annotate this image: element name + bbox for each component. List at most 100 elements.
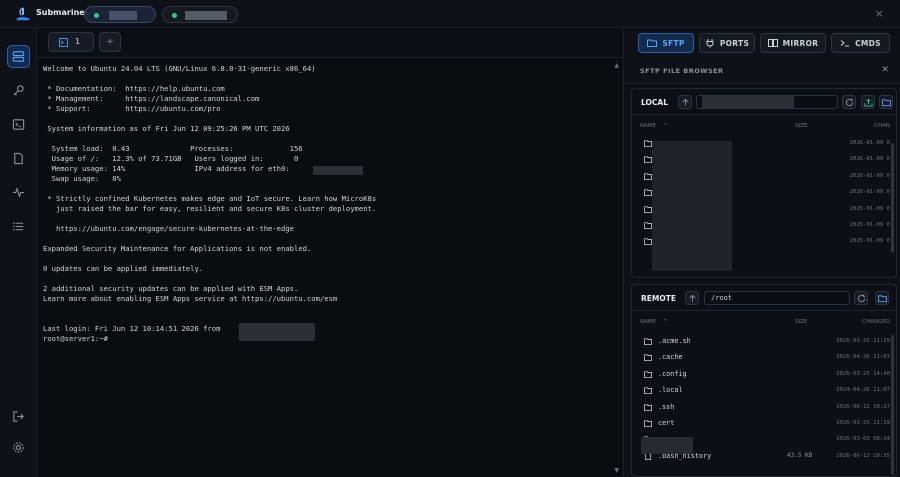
folder-icon — [644, 354, 652, 362]
settings-icon[interactable] — [7, 436, 30, 459]
file-date: 2026-06-12 10:35 — [836, 452, 890, 459]
file-date: 2026-04-26 11:07 — [836, 354, 890, 361]
terminal-line: 2 additional security updates can be app… — [43, 284, 299, 293]
file-date: 2026-03-03 08:34 — [836, 436, 890, 443]
close-icon[interactable]: ✕ — [881, 65, 889, 75]
column-date[interactable]: CHAN — [874, 123, 890, 129]
column-name[interactable]: NAME — [640, 123, 656, 129]
file-row[interactable]: .cache 2026-04-26 11:07 — [632, 349, 896, 365]
key-icon[interactable] — [7, 79, 30, 102]
remote-up-button[interactable] — [685, 291, 699, 305]
local-new-folder-button[interactable] — [879, 95, 893, 109]
local-label: LOCAL — [641, 98, 668, 107]
redacted-ip — [239, 323, 315, 341]
terminal-line: * Documentation: https://help.ubuntu.com — [43, 84, 225, 93]
remote-label: REMOTE — [641, 294, 676, 303]
mirror-icon — [767, 39, 778, 47]
logout-icon[interactable] — [7, 405, 30, 428]
column-size[interactable]: SIZE — [795, 319, 807, 325]
tab-sftp[interactable]: SFTP — [638, 33, 694, 53]
local-up-button[interactable] — [678, 95, 692, 109]
column-date[interactable]: CHANGED — [862, 319, 890, 325]
column-size[interactable]: SIZE — [795, 123, 807, 129]
sort-asc-icon: ^ — [663, 319, 668, 325]
app-name: Submarine — [36, 8, 85, 17]
file-row[interactable]: .config 2026-03-25 14:40 — [632, 366, 896, 382]
remote-list-header: NAME ^ SIZE CHANGED — [632, 317, 896, 329]
redacted-path — [702, 96, 794, 108]
terminal-line: * Support: https://ubuntu.com/pro — [43, 104, 221, 113]
terminal-tab-strip: 1 + — [37, 28, 623, 58]
tab-cmds[interactable]: CMDS — [831, 33, 890, 53]
connection-tab-1[interactable] — [84, 6, 156, 23]
tab-cmds-label: CMDS — [855, 38, 881, 48]
terminal-icon[interactable] — [7, 113, 30, 136]
terminal-tab-icon — [59, 38, 68, 47]
file-row[interactable]: .local 2024-04-26 11:07 — [632, 382, 896, 398]
folder-icon — [644, 238, 652, 246]
upload-icon — [864, 98, 873, 107]
local-list-header: NAME ^ SIZE CHAN — [632, 121, 896, 133]
scroll-down-icon[interactable]: ▼ — [614, 467, 619, 474]
remote-path-input[interactable]: /root — [704, 291, 850, 305]
list-icon[interactable] — [7, 215, 30, 238]
folder-icon — [644, 371, 652, 378]
file-row[interactable]: .acme.sh 2026-03-25 21:29 — [632, 333, 896, 349]
connection-tab-2[interactable] — [162, 6, 238, 23]
new-folder-icon — [882, 99, 891, 107]
folder-icon — [644, 387, 652, 395]
file-date: 2026-03-25 14:40 — [836, 370, 890, 377]
folder-icon — [644, 205, 652, 213]
file-row[interactable]: cert 2026-03-25 21:29 — [632, 415, 896, 431]
icon-rail — [0, 28, 37, 477]
activity-icon[interactable] — [7, 181, 30, 204]
terminal-tab-1[interactable]: 1 — [48, 32, 94, 52]
terminal-line: System information as of Fri Jun 12 09:2… — [43, 124, 290, 133]
file-date: 2026-01-09 0 — [849, 172, 890, 179]
file-name: .cache — [658, 353, 683, 362]
file-row[interactable]: .ssh 2026-06-12 10:27 — [632, 399, 896, 415]
terminal-output[interactable]: ▲ Welcome to Ubuntu 24.04 LTS (GNU/Linux… — [37, 59, 623, 477]
plug-icon — [706, 39, 714, 48]
terminal-line: 0 updates can be applied immediately. — [43, 264, 204, 273]
connection-status-dot — [172, 13, 177, 18]
redacted-file-names — [652, 141, 732, 271]
hosts-icon[interactable] — [7, 45, 30, 68]
new-tab-button[interactable]: + — [99, 32, 121, 52]
folder-icon — [644, 338, 652, 345]
arrow-up-icon — [689, 294, 696, 302]
file-name: cert — [658, 419, 675, 427]
terminal-text: Welcome to Ubuntu 24.04 LTS (GNU/Linux 6… — [43, 64, 376, 344]
local-scrollbar[interactable] — [891, 143, 894, 253]
scroll-up-icon[interactable]: ▲ — [614, 62, 619, 69]
file-icon[interactable] — [7, 147, 30, 170]
file-name: .config — [658, 369, 687, 378]
terminal-line: * Strictly confined Kubernetes makes edg… — [43, 194, 377, 203]
tab-ports-label: PORTS — [719, 38, 750, 48]
tab-ports[interactable]: PORTS — [699, 33, 755, 53]
tab-mirror[interactable]: MIRROR — [760, 33, 826, 53]
remote-scrollbar[interactable] — [891, 335, 894, 475]
local-upload-button[interactable] — [861, 95, 875, 109]
terminal-line: Expanded Security Maintenance for Applic… — [43, 244, 312, 253]
connection-name-redacted — [185, 11, 227, 20]
terminal-line: System load: 0.43 Processes: 156 — [43, 144, 303, 153]
sftp-panel: SFTP FILE BROWSER ✕ LOCAL NAME ^ SIZE CH… — [623, 58, 900, 477]
column-name[interactable]: NAME — [640, 319, 656, 325]
connection-status-dot — [94, 13, 99, 18]
remote-refresh-button[interactable] — [854, 291, 868, 305]
remote-new-folder-button[interactable] — [875, 291, 889, 305]
window-close-icon[interactable]: × — [875, 7, 884, 20]
local-refresh-button[interactable] — [842, 95, 856, 109]
redacted-ip — [313, 166, 363, 175]
right-panel-tabs: SFTP PORTS MIRROR CMDS — [623, 28, 900, 58]
tab-sftp-label: SFTP — [662, 38, 685, 48]
file-date: 2026-01-09 0 — [849, 156, 890, 163]
file-date: 2026-01-09 0 — [849, 140, 890, 146]
file-date: 2026-01-09 0 — [849, 189, 890, 196]
prompt-icon — [840, 40, 850, 47]
